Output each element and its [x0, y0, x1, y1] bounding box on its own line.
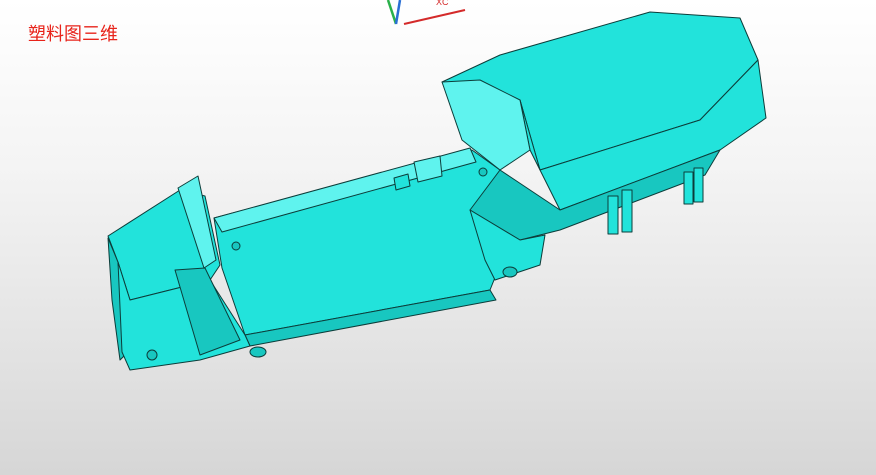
mounting-post-right-a — [683, 171, 694, 205]
graphics-window[interactable]: 塑料图三维 XC — [0, 0, 876, 475]
mounting-post-right-b — [693, 167, 704, 203]
mounting-post-left — [607, 195, 619, 235]
screw-hole-tray-right — [478, 167, 488, 177]
screw-hole-tray-left — [231, 241, 241, 251]
foot-right — [502, 266, 518, 278]
mounting-post-mid — [621, 189, 633, 233]
model-body — [107, 11, 767, 371]
plastic-part-model[interactable] — [0, 0, 876, 475]
foot-left — [249, 346, 267, 358]
screw-hole-left-end — [146, 349, 158, 361]
